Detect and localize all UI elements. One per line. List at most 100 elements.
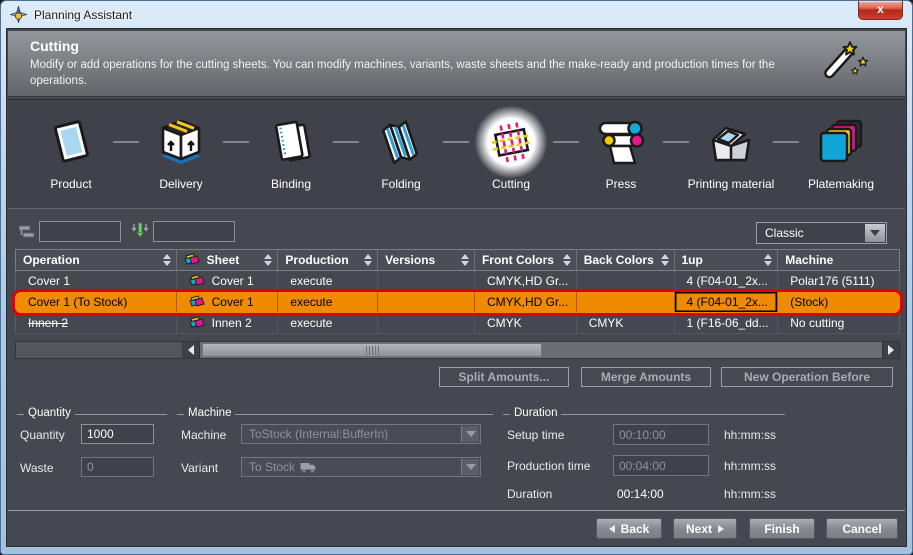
- cell-1up: 1 (F16-06_dd...: [675, 313, 779, 333]
- chevron-down-icon: [865, 224, 885, 242]
- sort-arrows-icon: [661, 254, 669, 266]
- scrollbar-track[interactable]: [200, 342, 882, 358]
- titlebar[interactable]: Planning Assistant: [1, 1, 912, 28]
- duration-value: 00:14:00: [617, 487, 664, 501]
- sort-arrows-icon: [563, 254, 571, 266]
- new-operation-before-button[interactable]: New Operation Before: [721, 367, 893, 387]
- step-press[interactable]: Press: [566, 100, 676, 208]
- time-format-label: hh:mm:ss: [724, 428, 776, 442]
- binding-icon: [267, 116, 315, 168]
- cell-sheet: Cover 1: [177, 292, 279, 312]
- active-step-glow: [475, 106, 547, 178]
- planning-assistant-window: Planning Assistant x Cutting Modify or a…: [0, 0, 913, 555]
- close-button[interactable]: x: [858, 1, 903, 20]
- cell-production: execute: [278, 313, 378, 333]
- step-printing-material[interactable]: Printing material: [676, 100, 786, 208]
- magic-wand-icon: [811, 40, 871, 88]
- filter-input[interactable]: [39, 221, 121, 242]
- table-row[interactable]: Innen 2 Innen 2 execute CMYK CMYK 1 (F: [15, 313, 900, 334]
- col-operation[interactable]: Operation: [16, 250, 177, 270]
- col-machine[interactable]: Machine: [778, 250, 899, 270]
- cell-back-colors: [577, 271, 675, 291]
- sort-order-icon: [131, 222, 149, 239]
- delivery-icon: [155, 116, 207, 168]
- machine-groupbox: Machine: [177, 414, 493, 415]
- cutting-icon: [484, 115, 538, 169]
- step-connector: [223, 141, 249, 143]
- scroll-right-button[interactable]: [882, 342, 899, 358]
- chevron-down-icon: [461, 459, 479, 475]
- operations-table: Operation Sheet Production: [15, 249, 900, 334]
- col-front-colors[interactable]: Front Colors: [475, 250, 577, 270]
- table-row[interactable]: Cover 1 Cover 1 execute CMYK,HD Gr...: [15, 271, 900, 292]
- cell-machine: Polar176 (5111): [778, 271, 899, 291]
- production-time-input: [613, 455, 709, 476]
- step-connector: [443, 141, 469, 143]
- back-button[interactable]: Back: [596, 518, 662, 539]
- press-icon: [594, 116, 648, 168]
- variant-select: To Stock: [241, 457, 481, 477]
- split-amounts-button[interactable]: Split Amounts...: [439, 367, 569, 387]
- machine-select: ToStock (Internal:BufferIn): [241, 424, 481, 444]
- step-connector: [113, 141, 139, 143]
- sort-input[interactable]: [153, 221, 235, 242]
- setup-time-label: Setup time: [507, 428, 564, 442]
- table-row-selected[interactable]: Cover 1 (To Stock) Cover 1 execute CMYK,…: [15, 292, 900, 313]
- sheet-icon: [189, 274, 206, 288]
- step-binding[interactable]: Binding: [236, 100, 346, 208]
- finish-button[interactable]: Finish: [749, 518, 815, 539]
- cell-production: execute: [278, 292, 378, 312]
- col-versions[interactable]: Versions: [378, 250, 475, 270]
- cell-versions: [378, 313, 475, 333]
- sheet-icon: [189, 316, 206, 330]
- col-back-colors[interactable]: Back Colors: [577, 250, 675, 270]
- platemaking-icon: [815, 117, 867, 167]
- scrollbar-thumb[interactable]: [202, 343, 542, 357]
- scrollbar-frozen-spacer: [16, 342, 183, 358]
- machine-label: Machine: [181, 428, 226, 442]
- quantity-groupbox: Quantity: [17, 414, 167, 415]
- time-format-label: hh:mm:ss: [724, 459, 776, 473]
- truck-icon: [300, 462, 317, 473]
- folding-icon: [377, 116, 425, 168]
- col-1up[interactable]: 1up: [675, 250, 779, 270]
- page-title: Cutting: [30, 38, 905, 54]
- view-mode-select[interactable]: Classic: [756, 222, 887, 244]
- step-product[interactable]: Product: [16, 100, 126, 208]
- cell-1up: 4 (F04-01_2x...: [675, 271, 779, 291]
- merge-amounts-button[interactable]: Merge Amounts: [581, 367, 711, 387]
- sort-arrows-icon: [264, 254, 272, 266]
- cell-1up-focused[interactable]: 4 (F04-01_2x...: [675, 292, 779, 312]
- step-delivery[interactable]: Delivery: [126, 100, 236, 208]
- product-icon: [49, 116, 93, 168]
- footer-separator: [8, 510, 905, 511]
- quantity-label: Quantity: [20, 428, 65, 442]
- window-title: Planning Assistant: [34, 8, 132, 22]
- cell-operation: Cover 1: [16, 271, 177, 291]
- grip-icon: [366, 346, 379, 355]
- step-folding[interactable]: Folding: [346, 100, 456, 208]
- cell-production: execute: [278, 271, 378, 291]
- sheet-icon: [189, 295, 206, 309]
- step-cutting-active[interactable]: Cutting: [456, 100, 566, 208]
- col-sheet[interactable]: Sheet: [177, 250, 279, 270]
- step-platemaking[interactable]: Platemaking: [786, 100, 896, 208]
- cancel-button[interactable]: Cancel: [826, 518, 898, 539]
- cell-machine: No cutting: [778, 313, 899, 333]
- cell-back-colors: [577, 292, 675, 312]
- variant-label: Variant: [181, 461, 218, 475]
- time-format-label: hh:mm:ss: [724, 487, 776, 501]
- sort-arrows-icon: [764, 254, 772, 266]
- quantity-input[interactable]: [81, 424, 154, 444]
- printing-material-icon: [705, 118, 757, 166]
- sort-arrows-icon: [461, 254, 469, 266]
- next-button[interactable]: Next: [673, 518, 737, 539]
- sheet-icon: [184, 253, 201, 267]
- cell-sheet: Innen 2: [177, 313, 279, 333]
- scroll-left-button[interactable]: [183, 342, 200, 358]
- step-connector: [333, 141, 359, 143]
- col-production[interactable]: Production: [278, 250, 378, 270]
- horizontal-scrollbar: [15, 341, 900, 359]
- table-header: Operation Sheet Production: [15, 249, 900, 271]
- step-connector: [773, 141, 799, 143]
